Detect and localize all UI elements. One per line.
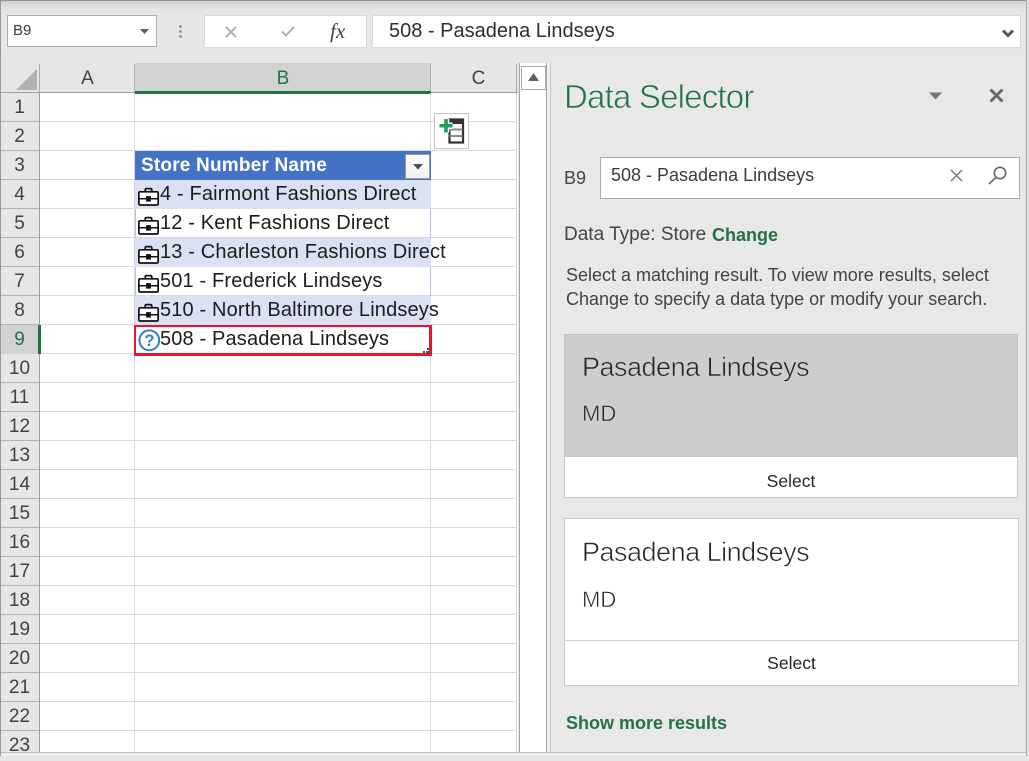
- svg-text:?: ?: [144, 332, 154, 350]
